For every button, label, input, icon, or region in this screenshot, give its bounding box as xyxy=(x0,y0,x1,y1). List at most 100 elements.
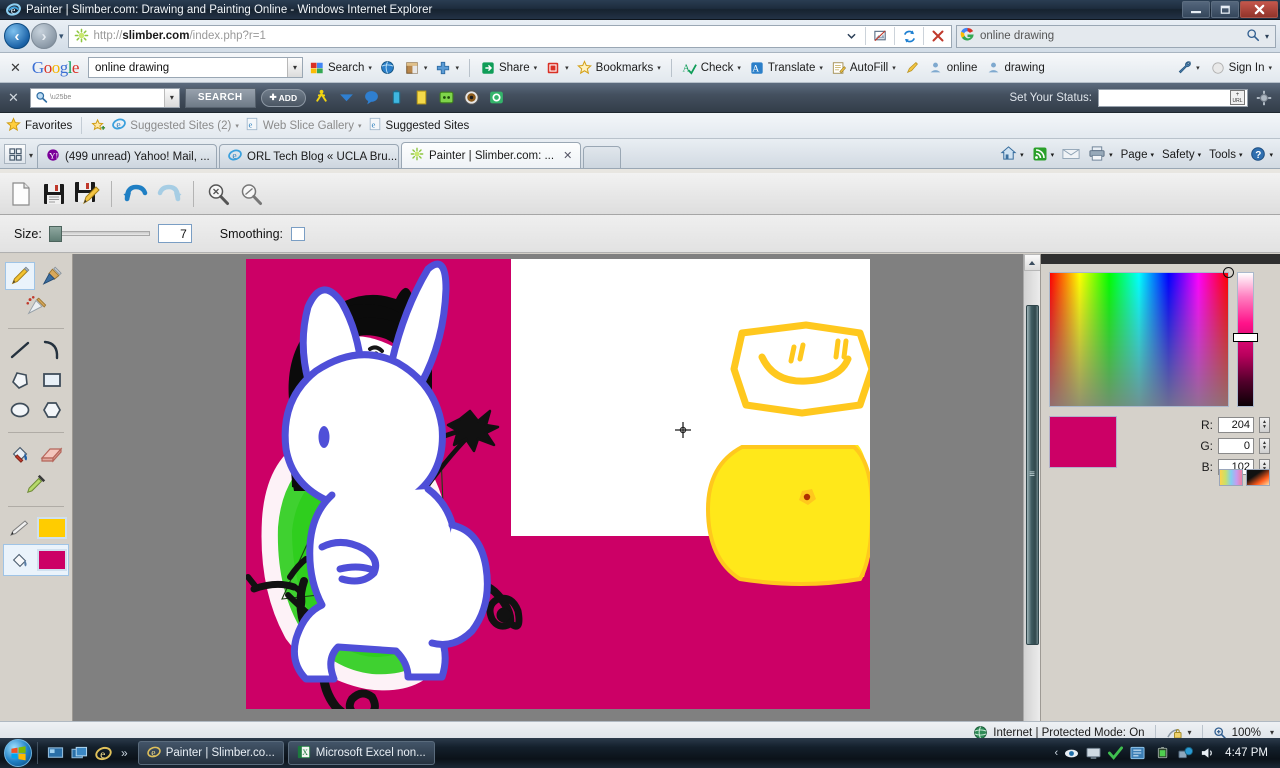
battery-icon[interactable] xyxy=(386,88,406,108)
scrollbar-thumb[interactable]: ≡ xyxy=(1025,305,1039,645)
chevron-down-icon[interactable]: ▾ xyxy=(1020,151,1024,159)
chevron-down-icon[interactable]: ▾ xyxy=(455,64,459,72)
show-desktop-icon[interactable] xyxy=(45,743,65,763)
palette-swatches-icon[interactable] xyxy=(1219,469,1243,486)
compatibility-view-icon[interactable] xyxy=(869,26,891,46)
chevron-down-icon[interactable]: ▾ xyxy=(1239,151,1243,159)
fill-color-button[interactable] xyxy=(5,546,35,574)
safety-menu-button[interactable]: Safety ▾ xyxy=(1159,149,1204,161)
close-button[interactable] xyxy=(1240,1,1278,18)
green-spinner[interactable]: ▲ ▼ xyxy=(1259,438,1270,454)
network-icon[interactable] xyxy=(1177,745,1194,762)
notes-icon[interactable] xyxy=(411,88,431,108)
eraser-tool[interactable] xyxy=(37,440,67,468)
red-spinner[interactable]: ▲ ▼ xyxy=(1259,417,1270,433)
taskbar-clock[interactable]: 4:47 PM xyxy=(1221,747,1272,759)
google-toolbar-close[interactable]: ✕ xyxy=(6,60,28,76)
back-button[interactable]: ‹ xyxy=(4,23,30,49)
secondary-search-dropdown[interactable]: ▾ xyxy=(163,88,179,107)
stop-icon[interactable] xyxy=(927,26,949,46)
forward-button[interactable]: › xyxy=(31,23,57,49)
favorites-button[interactable]: Favorites xyxy=(6,116,72,135)
google-popup-blocker-button[interactable]: ▾ xyxy=(402,60,430,76)
chevron-down-icon[interactable]: ▾ xyxy=(892,64,896,72)
save-button[interactable] xyxy=(39,179,69,209)
search-dropdown-icon[interactable]: ▾ xyxy=(1265,32,1269,41)
new-tab-button[interactable] xyxy=(583,146,622,168)
chevron-down-icon[interactable]: ▾ xyxy=(1188,728,1192,737)
google-highlight-button[interactable]: ▾ xyxy=(543,60,571,76)
color-square[interactable] xyxy=(1049,267,1234,407)
chevron-down-icon[interactable]: ▾ xyxy=(819,64,823,72)
hue-slider-handle[interactable] xyxy=(1233,333,1258,342)
canvas-scrollbar[interactable]: ≡ xyxy=(1023,254,1041,721)
home-button[interactable]: ▾ xyxy=(997,145,1027,165)
green-window-icon[interactable] xyxy=(436,88,456,108)
airbrush-tool[interactable] xyxy=(21,292,51,320)
chevron-down-icon[interactable]: ▾ xyxy=(235,122,239,130)
recent-pages-dropdown[interactable]: ▾ xyxy=(59,31,64,42)
minimize-button[interactable] xyxy=(1182,1,1210,18)
save-as-button[interactable] xyxy=(72,179,102,209)
gradient-picker-icon[interactable] xyxy=(1246,469,1270,486)
google-plus-tools-button[interactable]: ▾ xyxy=(433,60,461,76)
eye-icon[interactable] xyxy=(1063,745,1080,762)
size-slider-handle[interactable] xyxy=(48,226,62,242)
refresh-icon[interactable] xyxy=(486,88,506,108)
walking-man-icon[interactable] xyxy=(311,88,331,108)
page-menu-button[interactable]: Page ▾ xyxy=(1118,149,1157,161)
google-check-button[interactable]: A Check ▾ xyxy=(680,60,743,76)
chevron-down-icon[interactable]: ▾ xyxy=(1109,151,1113,159)
volume-icon[interactable] xyxy=(1199,745,1216,762)
chevron-down-icon[interactable]: ▾ xyxy=(368,64,372,72)
google-share-button[interactable]: Share ▾ xyxy=(478,60,539,76)
quick-launch-overflow[interactable]: » xyxy=(121,746,128,760)
refresh-icon[interactable] xyxy=(898,26,920,46)
curve-tool[interactable] xyxy=(37,336,67,364)
drawing-canvas[interactable] xyxy=(246,259,870,709)
chevron-down-icon[interactable]: ▾ xyxy=(1268,64,1272,72)
feeds-button[interactable]: ▾ xyxy=(1029,146,1058,165)
google-autofill-button[interactable]: AutoFill ▾ xyxy=(829,60,898,76)
switch-windows-icon[interactable] xyxy=(69,743,89,763)
blue-app-icon[interactable] xyxy=(1129,745,1146,762)
green-check-icon[interactable] xyxy=(1107,745,1124,762)
google-search-field[interactable]: online drawing ▾ xyxy=(87,57,303,78)
undo-button[interactable] xyxy=(121,179,151,209)
tab-orl-tech-blog[interactable]: e ORL Tech Blog « UCLA Bru... xyxy=(219,144,400,168)
chevron-down-icon[interactable]: ▾ xyxy=(1269,151,1273,159)
status-input[interactable]: + URL xyxy=(1098,88,1248,107)
gear-icon[interactable] xyxy=(1254,88,1274,108)
secondary-search-field[interactable]: \u25be ▾ xyxy=(29,87,180,108)
google-profile-online[interactable]: online xyxy=(926,60,980,76)
redo-button[interactable] xyxy=(154,179,184,209)
google-search-dropdown[interactable]: ▾ xyxy=(286,58,302,77)
stroke-style-button[interactable] xyxy=(5,514,35,542)
google-bookmarks-button[interactable]: Bookmarks ▾ xyxy=(575,60,663,76)
target-icon[interactable] xyxy=(461,88,481,108)
rectangle-tool[interactable] xyxy=(37,366,67,394)
tab-list-dropdown[interactable]: ▾ xyxy=(29,151,33,160)
battery-icon[interactable] xyxy=(1155,745,1172,762)
new-document-button[interactable] xyxy=(6,179,36,209)
fill-tool[interactable] xyxy=(5,440,35,468)
eyedropper-tool[interactable] xyxy=(21,470,51,498)
google-sign-in-button[interactable]: Sign In ▾ xyxy=(1208,60,1274,76)
maximize-button[interactable] xyxy=(1211,1,1239,18)
mail-button[interactable] xyxy=(1059,147,1083,164)
size-input[interactable]: 7 xyxy=(157,224,192,243)
tools-menu-button[interactable]: Tools ▾ xyxy=(1206,149,1245,161)
chevron-down-icon[interactable]: ▾ xyxy=(565,64,569,72)
red-input[interactable]: 204 xyxy=(1218,417,1254,433)
green-input[interactable]: 0 xyxy=(1218,438,1254,454)
tray-expand-icon[interactable]: ‹ xyxy=(1055,747,1059,759)
google-translate-globe-button[interactable] xyxy=(378,60,398,76)
fill-color-swatch[interactable] xyxy=(37,549,67,571)
zoom-in-button[interactable] xyxy=(203,179,233,209)
taskbar-item-excel[interactable]: X Microsoft Excel non... xyxy=(287,741,435,765)
address-bar-input[interactable]: http://slimber.com/index.php?r=1 xyxy=(67,24,952,48)
print-button[interactable]: ▾ xyxy=(1085,145,1116,165)
chat-bubble-icon[interactable] xyxy=(361,88,381,108)
add-favorite-icon[interactable] xyxy=(91,118,106,133)
google-translate-button[interactable]: A Translate ▾ xyxy=(747,60,825,76)
